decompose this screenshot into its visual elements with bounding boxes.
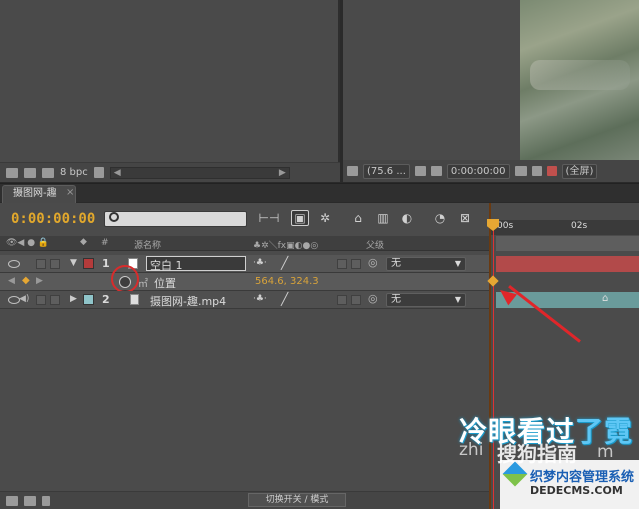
property-row[interactable]: ◀ ◆ ▶ ㎡ 位置 564.6, 324.3 [0, 273, 489, 291]
add-keyframe-icon[interactable]: ◆ [22, 275, 30, 286]
parent-dropdown-value: 无 [391, 258, 401, 269]
quality-switch-icon[interactable]: ╱ [281, 256, 288, 270]
interpret-footage-icon[interactable] [6, 167, 18, 178]
layer-label-color[interactable] [83, 258, 94, 269]
lock-checkbox[interactable] [50, 295, 60, 305]
property-name: 位置 [154, 277, 176, 290]
new-composition-icon[interactable] [42, 167, 54, 178]
switch-checkbox[interactable] [351, 259, 361, 269]
hide-shy-layers-icon[interactable]: ⌂ [349, 210, 367, 226]
solo-checkbox[interactable] [36, 295, 46, 305]
layer-label-color[interactable] [83, 294, 94, 305]
switches-header[interactable]: ♣✲＼fx▣◐●◎ [253, 238, 318, 251]
close-tab-icon[interactable]: × [66, 187, 74, 198]
parent-dropdown-value: 无 [391, 294, 401, 305]
watermark-url-head: zhi [459, 440, 484, 460]
solo-checkbox[interactable] [36, 259, 46, 269]
project-panel [0, 0, 340, 182]
next-keyframe-icon[interactable]: ▶ [36, 276, 43, 286]
audio-icon[interactable]: ◀) [19, 294, 29, 304]
layer-row[interactable]: ◀) ▶ 2 摄图网-趣.mp4 ·♣· ╱ ◎ 无 ▼ [0, 291, 489, 309]
layer-number-header[interactable]: # [101, 238, 109, 248]
zoom-dropdown[interactable]: (75.6 ... [363, 163, 410, 179]
source-name-header[interactable]: 源名称 [134, 238, 161, 251]
logo-title: 织梦内容管理系统 [530, 470, 635, 485]
parent-header[interactable]: 父级 [366, 238, 384, 251]
annotation-circle [111, 265, 139, 293]
timeline-bottom-bar [0, 491, 489, 509]
switch-checkbox[interactable] [337, 295, 347, 305]
in-out-toggle-icon[interactable] [42, 496, 50, 506]
snapshot-camera-icon[interactable] [514, 166, 527, 176]
new-folder-icon[interactable] [24, 167, 36, 178]
switch-checkbox[interactable] [337, 259, 347, 269]
viewer-timecode[interactable]: 0:00:00:00 [446, 163, 510, 179]
layer-column-header: 👁◀ ● 🔒 ◆ # 源名称 ♣✲＼fx▣◐●◎ 父级 [0, 236, 489, 251]
work-area-bar[interactable] [496, 236, 639, 251]
expand-arrow-icon[interactable]: ▶ [70, 294, 77, 304]
layer-name[interactable]: 空白 1 [150, 257, 183, 273]
watermark-url: zhi [459, 440, 483, 460]
ruler-start-label: 00s [497, 221, 514, 231]
chevron-down-icon[interactable]: ▼ [455, 294, 461, 306]
lock-checkbox[interactable] [50, 259, 60, 269]
layer-number: 2 [102, 293, 110, 306]
prev-keyframe-icon[interactable]: ◀ [8, 276, 15, 286]
always-preview-icon[interactable] [347, 166, 358, 176]
parent-dropdown[interactable]: 无 ▼ [386, 293, 466, 307]
position-value[interactable]: 564.6, 324.3 [255, 276, 319, 287]
trash-icon[interactable] [93, 167, 104, 178]
composition-flowchart-icon[interactable]: ⊢⊣ [256, 210, 282, 226]
composition-preview-image [520, 0, 639, 160]
pickwhip-icon[interactable]: ◎ [368, 292, 378, 305]
layer-name[interactable]: 摄图网-趣.mp4 [150, 293, 226, 309]
project-toolbar: 8 bpc ◀ ▶ [0, 162, 340, 182]
composition-toolbar: (75.6 ... 0:00:00:00 (全屏) [343, 160, 639, 182]
search-icon [109, 212, 119, 222]
live-update-icon[interactable]: ⊠ [456, 210, 474, 226]
toggle-switches-modes-button[interactable]: 切换开关 / 模式 [248, 493, 346, 507]
shy-switch-icon[interactable]: ·♣· [253, 294, 267, 304]
current-time-display[interactable]: 0:00:00:00 [11, 211, 95, 227]
pickwhip-icon[interactable]: ◎ [368, 256, 378, 269]
channel-icon[interactable] [546, 166, 557, 176]
project-horizontal-scrollbar[interactable]: ◀ ▶ [109, 166, 290, 179]
scroll-right-arrow-icon[interactable]: ▶ [279, 168, 286, 178]
bit-depth-label[interactable]: 8 bpc [60, 167, 88, 178]
expand-collapse-arrow-icon[interactable]: ▼ [70, 258, 77, 268]
draft-3d-icon[interactable]: ✲ [316, 210, 334, 226]
timeline-tab-bar [0, 183, 639, 202]
watermark-url-tail: m [597, 442, 614, 462]
expression-graph-icon: ㎡ [138, 279, 148, 290]
mask-visibility-icon[interactable] [430, 166, 442, 176]
layer-switches-toggle-icon[interactable] [6, 496, 18, 506]
composition-mini-flowchart-icon[interactable]: ▣ [291, 210, 309, 226]
av-features-icon[interactable]: 👁◀ ● 🔒 [6, 238, 49, 248]
modes-toggle-icon[interactable] [24, 496, 36, 506]
motion-blur-icon[interactable]: ◐ [398, 210, 416, 226]
logo-domain: DEDECMS.COM [530, 484, 623, 497]
chevron-down-icon[interactable]: ▼ [455, 258, 461, 270]
graph-editor-icon[interactable]: ◔ [431, 210, 449, 226]
layer-number: 1 [102, 257, 110, 270]
show-snapshot-icon[interactable] [531, 166, 542, 176]
ruler-mark-label: 02s [571, 221, 588, 231]
video-file-icon [130, 294, 139, 305]
switch-checkbox[interactable] [351, 295, 361, 305]
label-column-icon[interactable]: ◆ [80, 237, 87, 247]
scroll-left-arrow-icon[interactable]: ◀ [114, 168, 121, 178]
parent-dropdown[interactable]: 无 ▼ [386, 257, 466, 271]
resolution-dropdown[interactable]: (全屏) [561, 163, 598, 179]
frame-blending-icon[interactable]: ▥ [374, 210, 392, 226]
shy-switch-icon[interactable]: ·♣· [253, 258, 267, 268]
layer-duration-bar[interactable] [496, 256, 639, 272]
playhead-line[interactable] [493, 220, 494, 509]
quality-switch-icon[interactable]: ╱ [281, 292, 288, 306]
eye-icon[interactable] [8, 260, 20, 268]
time-ruler[interactable]: 00s 02s [491, 220, 639, 235]
grid-toggle-icon[interactable] [414, 166, 426, 176]
layer-search-input[interactable] [104, 211, 247, 227]
tab-timeline-composition[interactable]: 摄图网-趣 [2, 185, 76, 203]
layer-marker-icon[interactable]: ⌂ [602, 293, 608, 304]
